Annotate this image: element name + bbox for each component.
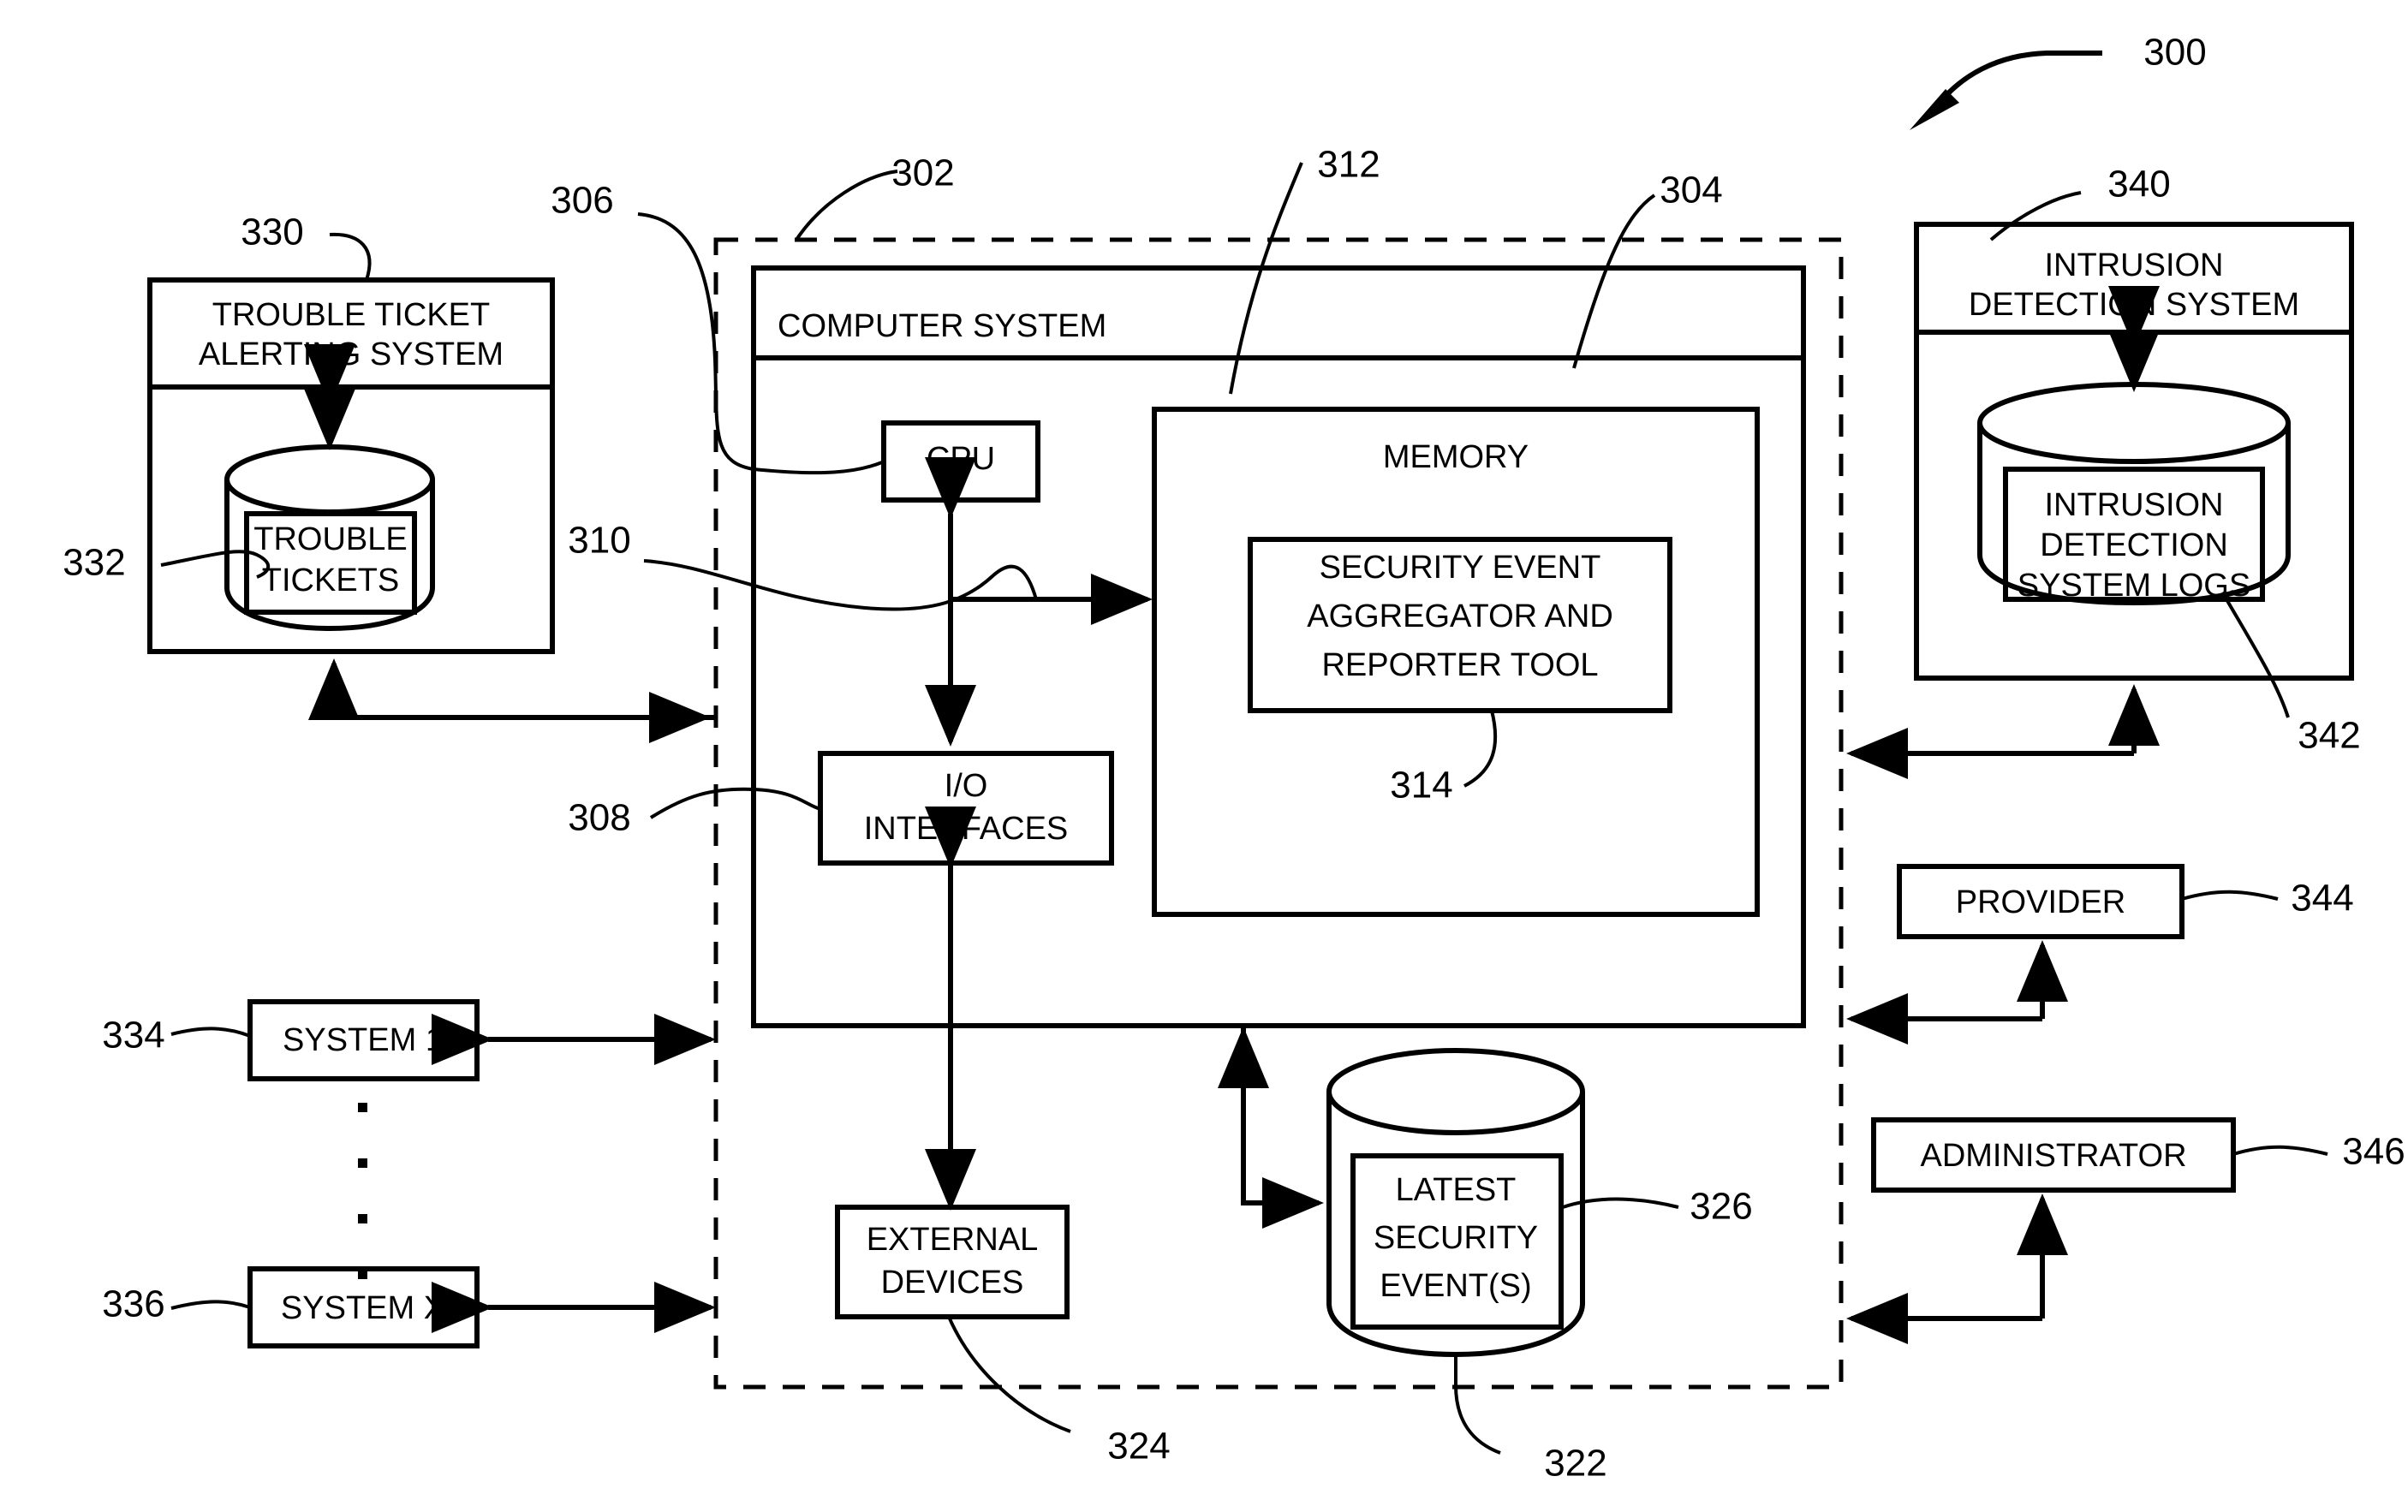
ref-label-322: 322 bbox=[1544, 1443, 1606, 1485]
latest-security-events-line2: SECURITY bbox=[1374, 1220, 1538, 1256]
computer-system-label: COMPUTER SYSTEM bbox=[778, 308, 1106, 344]
ref-label-300: 300 bbox=[2143, 32, 2206, 74]
ref-label-306: 306 bbox=[551, 180, 613, 222]
administrator-label: ADMINISTRATOR bbox=[1920, 1138, 2186, 1174]
figure-canvas: 300 302 312 304 306 330 340 COMPUTER SYS… bbox=[0, 0, 2408, 1512]
ref-label-324: 324 bbox=[1107, 1426, 1170, 1467]
intrusion-detection-system-line1: INTRUSION bbox=[2045, 247, 2224, 283]
provider-label: PROVIDER bbox=[1956, 884, 2125, 920]
ids-logs-line3: SYSTEM LOGS bbox=[2018, 568, 2250, 604]
ref-label-312: 312 bbox=[1317, 144, 1380, 186]
external-devices-line2: DEVICES bbox=[881, 1265, 1024, 1301]
ref-label-346: 346 bbox=[2342, 1131, 2405, 1173]
ref-label-330: 330 bbox=[241, 211, 303, 253]
ref-label-302: 302 bbox=[891, 152, 954, 194]
ref-label-332: 332 bbox=[63, 542, 125, 584]
ref-label-304: 304 bbox=[1660, 170, 1722, 211]
ref-label-336: 336 bbox=[102, 1283, 164, 1325]
ref-label-342: 342 bbox=[2298, 715, 2360, 757]
memory-label: MEMORY bbox=[1383, 439, 1529, 475]
cpu-label: CPU bbox=[927, 441, 995, 477]
ref-label-314: 314 bbox=[1390, 765, 1452, 807]
trouble-tickets-line1: TROUBLE bbox=[253, 521, 407, 557]
security-tool-line3: REPORTER TOOL bbox=[1321, 647, 1598, 683]
latest-security-events-line3: EVENT(S) bbox=[1380, 1268, 1531, 1304]
trouble-ticket-alerting-system-line2: ALERTING SYSTEM bbox=[199, 336, 504, 372]
io-interfaces-line1: I/O bbox=[945, 768, 988, 804]
latest-security-events-line1: LATEST bbox=[1396, 1172, 1517, 1208]
system-1-label: SYSTEM 1 bbox=[283, 1022, 444, 1058]
io-interfaces-line2: INTERFACES bbox=[864, 811, 1069, 847]
ref-label-344: 344 bbox=[2291, 878, 2353, 920]
security-tool-line2: AGGREGATOR AND bbox=[1307, 598, 1613, 634]
ids-logs-line1: INTRUSION bbox=[2045, 487, 2224, 523]
system-x-label: SYSTEM X bbox=[281, 1290, 445, 1326]
ref-label-310: 310 bbox=[568, 520, 630, 562]
intrusion-detection-system-line2: DETECTION SYSTEM bbox=[1969, 287, 2299, 323]
external-devices-line1: EXTERNAL bbox=[867, 1222, 1039, 1258]
diagram-text: 300 302 312 304 306 330 340 COMPUTER SYS… bbox=[63, 32, 2405, 1485]
ref-label-334: 334 bbox=[102, 1015, 164, 1057]
trouble-tickets-line2: TICKETS bbox=[262, 563, 399, 598]
ref-label-326: 326 bbox=[1690, 1186, 1752, 1228]
ref-label-340: 340 bbox=[2107, 164, 2170, 205]
trouble-ticket-alerting-system-line1: TROUBLE TICKET bbox=[212, 297, 490, 333]
ids-logs-line2: DETECTION bbox=[2040, 527, 2228, 563]
security-tool-line1: SECURITY EVENT bbox=[1320, 550, 1601, 586]
ref-label-308: 308 bbox=[568, 797, 630, 839]
